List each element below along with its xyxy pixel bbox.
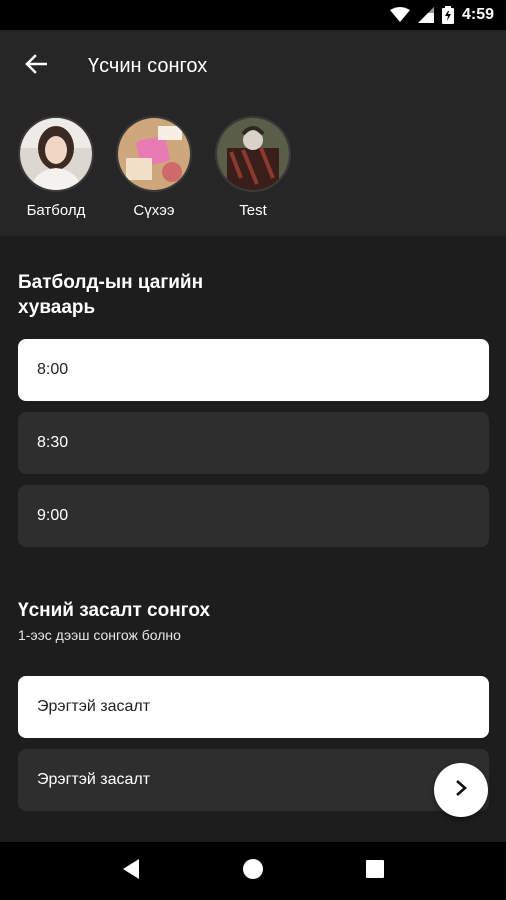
back-button[interactable] [18,48,54,84]
nav-back-button[interactable] [111,851,151,891]
time-slot-label: 9:00 [37,507,69,524]
page-title: Үсчин сонгох [88,54,208,77]
stylist-list: Батболд Сүхээ Test [0,102,506,236]
recents-square-icon [366,859,384,883]
stylist-item-batbold[interactable]: Батболд [16,116,96,219]
avatar [116,116,192,192]
time-slot-label: 8:30 [37,434,69,451]
arrow-left-icon [25,53,48,79]
chevron-right-icon [454,778,468,803]
schedule-title-line1: Батболд-ын цагийн [18,272,204,293]
avatar [18,116,94,192]
time-slot-0800[interactable]: 8:00 [18,339,489,401]
system-nav-bar [0,842,506,900]
haircut-option[interactable]: Эрэгтэй засалт [18,749,489,811]
status-bar: 4:59 [0,0,506,30]
stylist-name: Test [239,202,267,219]
stylist-name: Сүхээ [133,202,175,219]
haircut-subtitle: 1-ээс дээш сонгож болно [18,627,181,643]
haircut-option-label: Эрэгтэй засалт [37,698,151,715]
battery-icon [441,6,454,24]
schedule-title: Батболд-ын цагийн хуваарь [18,270,203,320]
haircut-title: Үсний засалт сонгох [18,600,211,621]
stylist-item-test[interactable]: Test [213,116,293,219]
wifi-icon [389,7,410,23]
back-triangle-icon [121,858,141,885]
haircut-option-label: Эрэгтэй засалт [37,771,151,788]
app-bar: Үсчин сонгох [0,30,506,102]
time-slot-0830[interactable]: 8:30 [18,412,489,474]
status-time: 4:59 [461,6,494,23]
stylist-name: Батболд [26,202,86,219]
stylist-item-sukhee[interactable]: Сүхээ [114,116,194,219]
nav-recents-button[interactable] [355,851,395,891]
time-slot-0900[interactable]: 9:00 [18,485,489,547]
haircut-option[interactable]: Эрэгтэй засалт [18,676,489,738]
schedule-title-line2: хуваарь [18,297,96,318]
next-button[interactable] [434,763,488,817]
home-circle-icon [242,858,264,885]
avatar [215,116,291,192]
time-slot-label: 8:00 [37,361,69,378]
cellular-signal-icon [417,7,434,23]
nav-home-button[interactable] [233,851,273,891]
